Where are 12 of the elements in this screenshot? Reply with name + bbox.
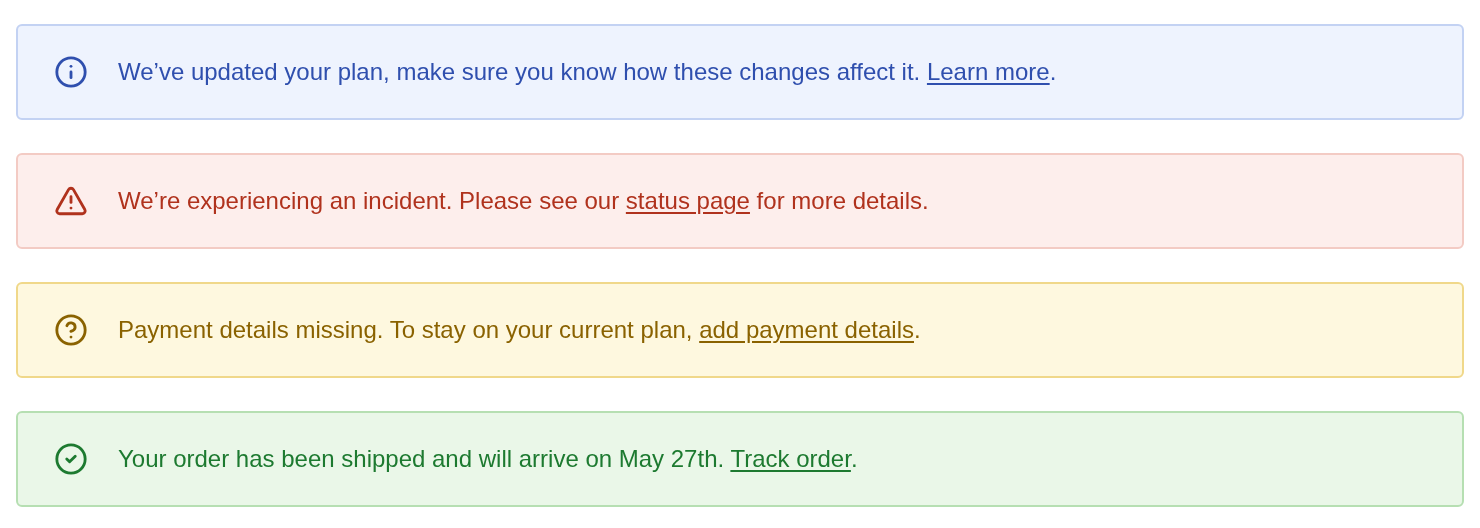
alert-link[interactable]: Track order <box>730 445 851 472</box>
alert-link[interactable]: Learn more <box>926 58 1050 85</box>
alert-message: Your order has been shipped and will arrive on May 27th. Track order. <box>118 444 858 474</box>
alert-link[interactable]: add payment details <box>699 316 914 343</box>
check-circle-icon <box>54 442 88 476</box>
warning-icon <box>54 184 88 218</box>
info-icon <box>54 55 88 89</box>
alert-link[interactable]: status page <box>625 187 750 214</box>
alert-message: We’re experiencing an incident. Please see our status page for more details. <box>118 186 929 216</box>
alert-message: We’ve updated your plan, make sure you know how these changes affect it. Learn more. <box>118 57 1057 87</box>
help-icon <box>54 313 88 347</box>
alert-message: Payment details missing. To stay on your current plan, add payment details. <box>118 315 921 345</box>
